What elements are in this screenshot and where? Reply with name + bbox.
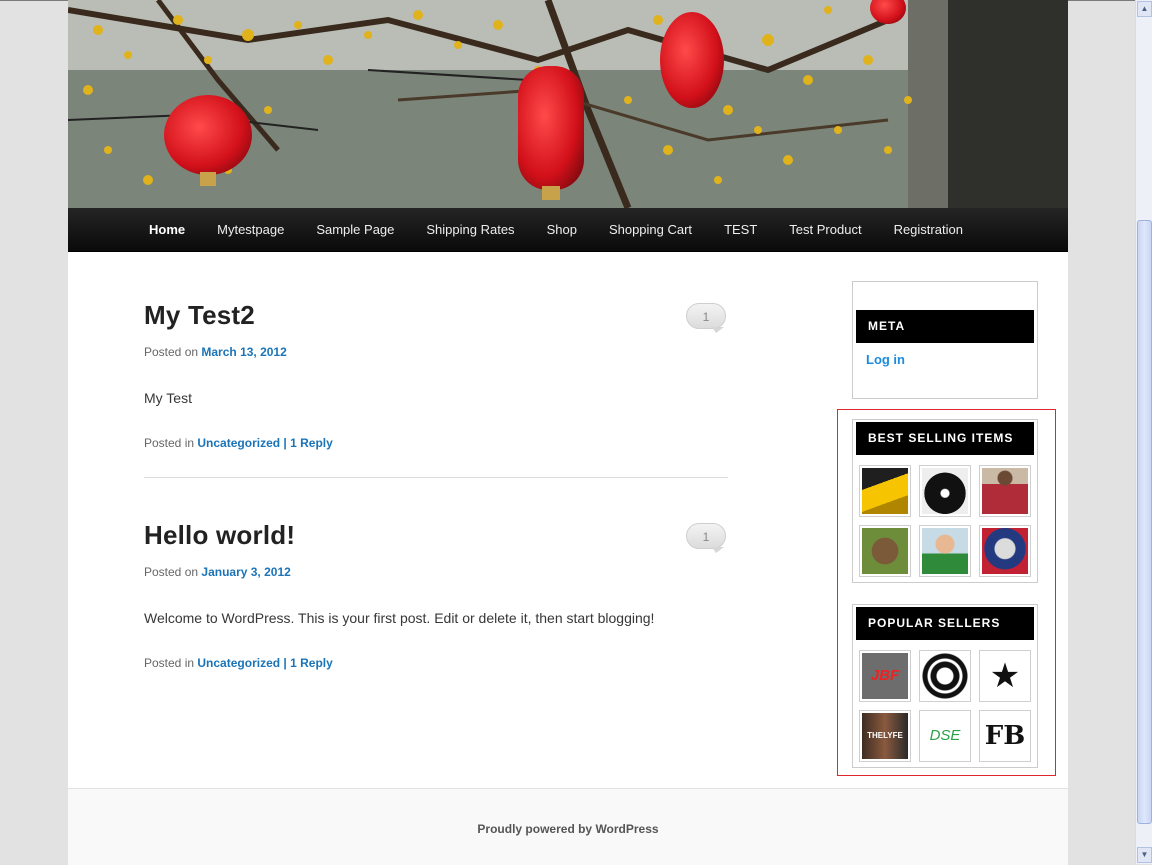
scrollbar-thumb[interactable] [1137, 220, 1152, 824]
post-body: Welcome to WordPress. This is your first… [144, 610, 655, 626]
nav-item-home[interactable]: Home [133, 208, 201, 251]
reply-link[interactable]: 1 Reply [290, 656, 333, 670]
nav-item-sample-page[interactable]: Sample Page [300, 208, 410, 251]
login-link[interactable]: Log in [866, 352, 905, 367]
post-my-test2: My Test2 1 Posted on March 13, 2012 My T… [144, 300, 728, 460]
post-date-line: Posted on March 13, 2012 [144, 345, 287, 359]
scroll-down-arrow-icon[interactable]: ▼ [1137, 847, 1152, 863]
blossom-lantern-photo [68, 0, 1068, 208]
nav-item-test-product[interactable]: Test Product [773, 208, 877, 251]
reply-link[interactable]: 1 Reply [290, 436, 333, 450]
post-divider [144, 477, 728, 478]
nav-item-shopping-cart[interactable]: Shopping Cart [593, 208, 708, 251]
meta-widget: META Log in [852, 281, 1038, 399]
comment-count-bubble[interactable]: 1 [686, 523, 726, 553]
post-date-line: Posted on January 3, 2012 [144, 565, 291, 579]
post-footer-meta: Posted in Uncategorized | 1 Reply [144, 656, 333, 670]
meta-divider: | [283, 656, 287, 670]
meta-divider: | [283, 436, 287, 450]
post-title[interactable]: Hello world! [144, 520, 295, 551]
post-footer-meta: Posted in Uncategorized | 1 Reply [144, 436, 333, 450]
main-navigation: Home Mytestpage Sample Page Shipping Rat… [68, 208, 1068, 252]
highlight-box [837, 409, 1056, 776]
footer-credit-link[interactable]: Proudly powered by WordPress [68, 822, 1068, 836]
nav-item-test[interactable]: TEST [708, 208, 773, 251]
posted-in-label: Posted in [144, 656, 195, 670]
comment-count-bubble[interactable]: 1 [686, 303, 726, 333]
nav-item-registration[interactable]: Registration [878, 208, 979, 251]
post-hello-world: Hello world! 1 Posted on January 3, 2012… [144, 520, 728, 680]
bubble-tail [712, 327, 724, 333]
comment-count[interactable]: 1 [686, 523, 726, 549]
post-body: My Test [144, 390, 192, 406]
post-date-link[interactable]: March 13, 2012 [201, 345, 286, 359]
category-link[interactable]: Uncategorized [197, 436, 280, 450]
posted-in-label: Posted in [144, 436, 195, 450]
posted-on-label: Posted on [144, 565, 199, 579]
nav-menu: Home Mytestpage Sample Page Shipping Rat… [68, 208, 1068, 251]
header-image[interactable] [68, 0, 1068, 208]
post-date-link[interactable]: January 3, 2012 [201, 565, 290, 579]
meta-widget-title: META [856, 310, 1034, 343]
vertical-scrollbar[interactable]: ▲ ▼ [1135, 0, 1152, 864]
bubble-tail [712, 547, 724, 553]
posted-on-label: Posted on [144, 345, 199, 359]
post-title[interactable]: My Test2 [144, 300, 255, 331]
category-link[interactable]: Uncategorized [197, 656, 280, 670]
nav-item-shop[interactable]: Shop [531, 208, 593, 251]
nav-item-mytestpage[interactable]: Mytestpage [201, 208, 300, 251]
nav-item-shipping-rates[interactable]: Shipping Rates [410, 208, 530, 251]
comment-count[interactable]: 1 [686, 303, 726, 329]
site-footer: Proudly powered by WordPress [68, 788, 1068, 865]
scroll-up-arrow-icon[interactable]: ▲ [1137, 1, 1152, 17]
